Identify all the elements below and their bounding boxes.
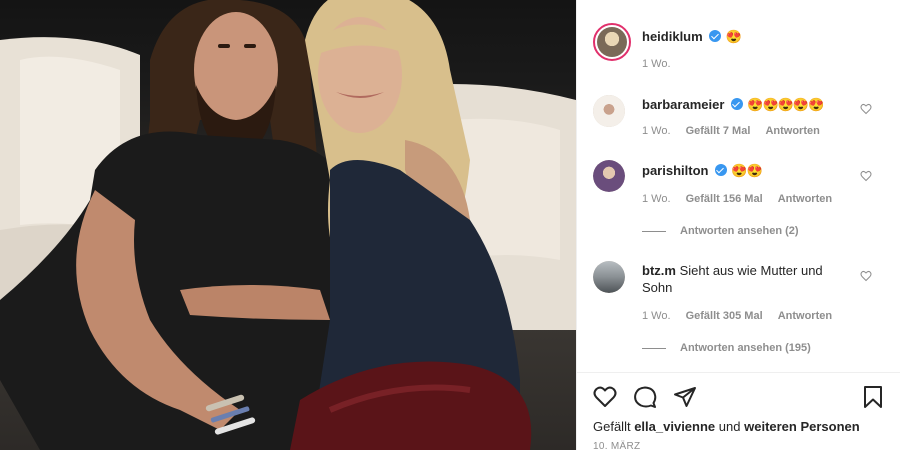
post-date[interactable]: 10. MÄRZ <box>593 441 640 450</box>
verified-badge-icon <box>709 30 722 42</box>
comment-avatar-parishilton[interactable] <box>593 160 625 192</box>
post-photo[interactable] <box>0 0 576 450</box>
liked-by-prefix: Gefällt <box>593 419 631 434</box>
verified-badge-icon <box>714 164 727 176</box>
author-avatar[interactable] <box>593 23 631 61</box>
comment-avatar-barbarameier[interactable] <box>593 95 625 127</box>
comment-text: 😍😍 <box>731 163 762 178</box>
comment-meta: 1 Wo. Gefällt 7 Mal Antworten <box>642 125 832 137</box>
post-photo-illustration <box>0 0 576 450</box>
view-replies-text: Antworten ansehen (195) <box>680 342 811 354</box>
comment-line: barbarameier 😍😍😍😍😍 <box>642 96 824 114</box>
replies-divider <box>642 347 666 349</box>
small-heart-icon[interactable] <box>860 270 872 282</box>
author-caption-emoji: 😍 <box>725 29 742 44</box>
comment-username[interactable]: barbarameier <box>642 97 724 112</box>
comment-likes[interactable]: Gefällt 7 Mal <box>686 125 751 137</box>
comment-meta: 1 Wo. Gefällt 156 Mal Antworten <box>642 193 844 205</box>
comment-text: 😍😍😍😍😍 <box>747 97 824 112</box>
reply-button[interactable]: Antworten <box>778 193 832 205</box>
comment-likes[interactable]: Gefällt 156 Mal <box>686 193 763 205</box>
bookmark-icon[interactable] <box>861 385 885 409</box>
replies-divider <box>642 230 666 232</box>
small-heart-icon[interactable] <box>860 103 872 115</box>
comment-meta: 1 Wo. Gefällt 305 Mal Antworten <box>642 310 844 322</box>
author-time[interactable]: 1 Wo. <box>642 58 683 70</box>
comment-line: parishilton 😍😍 <box>642 162 763 180</box>
comment-username[interactable]: btz.m <box>642 263 676 278</box>
view-replies-text: Antworten ansehen (2) <box>680 225 799 237</box>
comment-avatar-btz-m[interactable] <box>593 261 625 293</box>
liked-by-middle: und <box>718 419 741 434</box>
liked-by-user[interactable]: ella_vivienne <box>634 419 715 434</box>
action-bar: Gefällt ella_vivienne und weiteren Perso… <box>577 372 900 450</box>
comment-time[interactable]: 1 Wo. <box>642 125 671 137</box>
heart-outline-icon[interactable] <box>593 385 617 409</box>
author-line: heidiklum 😍 <box>642 28 742 46</box>
comments-panel: heidiklum 😍 1 Wo. barbarameier 😍😍😍😍😍 1 W… <box>576 0 900 450</box>
comment-time[interactable]: 1 Wo. <box>642 310 671 322</box>
author-time-text: 1 Wo. <box>642 58 671 70</box>
view-replies-button[interactable]: Antworten ansehen (2) <box>642 225 799 237</box>
reply-button[interactable]: Antworten <box>765 125 819 137</box>
view-replies-button[interactable]: Antworten ansehen (195) <box>642 342 811 354</box>
reply-button[interactable]: Antworten <box>778 310 832 322</box>
comment-line: btz.m Sieht aus wie Mutter und Sohn <box>642 262 852 296</box>
instagram-post: heidiklum 😍 1 Wo. barbarameier 😍😍😍😍😍 1 W… <box>0 0 900 450</box>
comment-username[interactable]: parishilton <box>642 163 708 178</box>
comment-likes[interactable]: Gefällt 305 Mal <box>686 310 763 322</box>
liked-by-others[interactable]: weiteren Personen <box>744 419 860 434</box>
small-heart-icon[interactable] <box>860 170 872 182</box>
paper-plane-icon[interactable] <box>673 385 697 409</box>
speech-bubble-icon[interactable] <box>633 385 657 409</box>
comment-time[interactable]: 1 Wo. <box>642 193 671 205</box>
verified-badge-icon <box>730 98 743 110</box>
liked-by-line: Gefällt ella_vivienne und weiteren Perso… <box>593 419 860 434</box>
author-username[interactable]: heidiklum <box>642 29 703 44</box>
